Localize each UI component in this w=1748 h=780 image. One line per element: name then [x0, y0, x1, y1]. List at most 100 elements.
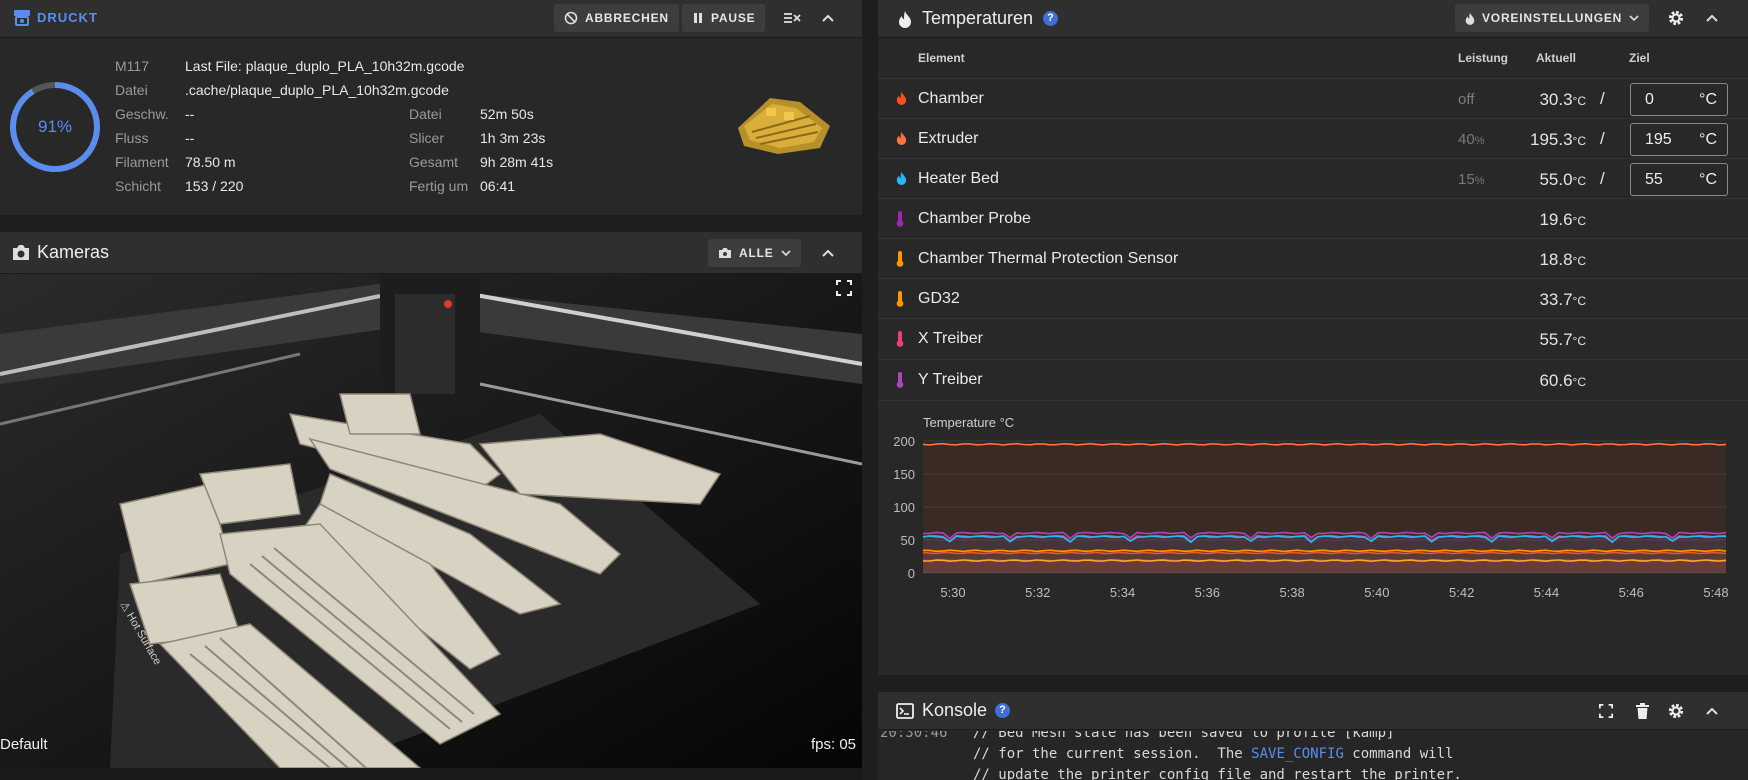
- flame-icon: [896, 91, 907, 110]
- heater-power: 15%: [1458, 171, 1485, 188]
- print-status-panel: DRUCKT ABBRECHEN PAUSE 91% M117 Last Fil…: [0, 0, 862, 215]
- console-panel: Konsole ? 20:30:46 // Bed Mesh state has…: [878, 692, 1748, 780]
- help-icon[interactable]: ?: [1043, 11, 1058, 26]
- chevron-up-icon: [822, 249, 834, 257]
- total-time-label: Gesamt: [409, 154, 459, 170]
- exclude-list-icon: [784, 13, 801, 23]
- heater-power: 40%: [1458, 131, 1485, 148]
- chart-x-tick: 5:44: [1534, 585, 1559, 600]
- temperatures-panel: Temperaturen ? VOREINSTELLUNGEN Element …: [878, 0, 1748, 675]
- console-fullscreen-button[interactable]: [1592, 697, 1620, 725]
- temperatures-header: Temperaturen ? VOREINSTELLUNGEN: [878, 0, 1748, 38]
- sensor-name: Heater Bed: [918, 170, 999, 187]
- actual-temperature: 33.7°C: [1539, 290, 1586, 309]
- collapse-cameras-button[interactable]: [814, 239, 842, 267]
- console-icon: [896, 703, 914, 724]
- console-line: // for the current session. The SAVE_CON…: [973, 746, 1454, 762]
- collapse-console-button[interactable]: [1698, 697, 1726, 725]
- collapse-temperatures-button[interactable]: [1698, 4, 1726, 32]
- target-separator: /: [1600, 129, 1605, 148]
- slicer-time-value: 1h 3m 23s: [480, 130, 546, 146]
- camera-select-button[interactable]: ALLE: [708, 239, 801, 267]
- target-temperature-input[interactable]: 55 °C: [1630, 163, 1728, 196]
- fullscreen-icon: [1599, 704, 1613, 718]
- chevron-up-icon: [1706, 14, 1718, 22]
- temperature-chart: Temperature °C 0 50 100 150 200 5:30 5:32 5:34 5…: [878, 400, 1748, 675]
- temperature-settings-button[interactable]: [1662, 4, 1690, 32]
- thermometer-icon: [896, 372, 904, 393]
- eta-label: Fertig um: [409, 178, 469, 194]
- pause-label: PAUSE: [711, 11, 756, 25]
- col-target: Ziel: [1629, 51, 1650, 65]
- thermometer-icon: [896, 211, 904, 232]
- chart-x-tick: 5:48: [1703, 585, 1728, 600]
- chart-y-tick: 200: [893, 434, 915, 449]
- chevron-up-icon: [1706, 707, 1718, 715]
- pause-icon: [694, 13, 702, 23]
- file-value: .cache/plaque_duplo_PLA_10h32m.gcode: [185, 82, 449, 98]
- console-settings-button[interactable]: [1662, 697, 1690, 725]
- console-output: 20:30:46 // Bed Mesh state has been save…: [878, 731, 1748, 780]
- exclude-objects-button[interactable]: [778, 4, 806, 32]
- chevron-up-icon: [822, 14, 834, 22]
- m117-value: Last File: plaque_duplo_PLA_10h32m.gcode: [185, 58, 465, 74]
- console-help-icon[interactable]: ?: [995, 703, 1010, 718]
- camera-select-label: ALLE: [739, 246, 774, 260]
- chart-y-tick: 50: [901, 533, 915, 548]
- file-time-label: Datei: [409, 106, 442, 122]
- presets-label: VOREINSTELLUNGEN: [1482, 11, 1623, 25]
- actual-temperature: 195.3°C: [1529, 130, 1586, 149]
- total-time-value: 9h 28m 41s: [480, 154, 554, 170]
- save-config-link[interactable]: SAVE_CONFIG: [1251, 746, 1344, 762]
- chart-x-tick: 5:30: [940, 585, 965, 600]
- eta-value: 06:41: [480, 178, 516, 194]
- target-separator: /: [1600, 89, 1605, 108]
- pause-button[interactable]: PAUSE: [682, 4, 766, 32]
- print-state-title: DRUCKT: [37, 10, 98, 25]
- console-title: Konsole: [922, 700, 988, 720]
- temperature-row: GD32 33.7°C: [878, 278, 1748, 318]
- gear-icon: [1668, 703, 1684, 719]
- gcode-thumbnail: [730, 88, 838, 160]
- speed-value: --: [185, 106, 195, 122]
- console-line: // update the printer config file and re…: [973, 767, 1462, 780]
- chevron-down-icon: [780, 249, 791, 256]
- chart-x-tick: 5:36: [1195, 585, 1220, 600]
- camera-feed[interactable]: ⚠ Hot Surface Default fps: 05: [0, 274, 862, 768]
- cameras-header: Kameras ALLE: [0, 232, 862, 274]
- flame-icon: [896, 171, 907, 190]
- temperature-row: Heater Bed 15% 55.0°C / 55 °C: [878, 158, 1748, 198]
- chart-series-fill: [923, 560, 1726, 573]
- flame-small-icon: [1465, 12, 1475, 25]
- target-temperature-input[interactable]: 195 °C: [1630, 123, 1728, 156]
- gear-icon: [1668, 10, 1684, 26]
- camera-fps: fps: 05: [810, 736, 856, 753]
- col-power: Leistung: [1458, 51, 1508, 65]
- sensor-name: Chamber: [918, 90, 984, 107]
- temperature-table: Chamber off 30.3°C / 0 °C Extruder 40% 195.3°C / 1…: [878, 78, 1748, 400]
- speed-label: Geschw.: [115, 106, 169, 122]
- target-temperature-input[interactable]: 0 °C: [1630, 83, 1728, 116]
- layer-value: 153 / 220: [185, 178, 244, 194]
- camera-name: Default: [0, 736, 48, 753]
- collapse-print-button[interactable]: [814, 4, 842, 32]
- chart-x-tick: 5:38: [1279, 585, 1304, 600]
- cancel-button[interactable]: ABBRECHEN: [554, 4, 679, 32]
- heater-power: off: [1458, 91, 1475, 108]
- chart-y-tick: 100: [893, 500, 915, 515]
- fullscreen-icon[interactable]: [836, 280, 852, 301]
- temperature-row: Y Treiber 60.6°C: [878, 359, 1748, 399]
- console-clear-button[interactable]: [1628, 697, 1656, 725]
- progress-circle: 91%: [8, 80, 102, 174]
- chart-x-tick: 5:32: [1025, 585, 1050, 600]
- actual-temperature: 55.7°C: [1539, 330, 1586, 349]
- cameras-title: Kameras: [37, 242, 110, 262]
- presets-button[interactable]: VOREINSTELLUNGEN: [1455, 4, 1650, 32]
- trash-icon: [1635, 703, 1649, 719]
- temperature-row: Chamber off 30.3°C / 0 °C: [878, 78, 1748, 118]
- actual-temperature: 60.6°C: [1539, 371, 1586, 390]
- temperature-row: Chamber Thermal Protection Sensor 18.8°C: [878, 238, 1748, 278]
- thermometer-icon: [896, 291, 904, 312]
- file-time-value: 52m 50s: [480, 106, 534, 122]
- temperature-row: Chamber Probe 19.6°C: [878, 198, 1748, 238]
